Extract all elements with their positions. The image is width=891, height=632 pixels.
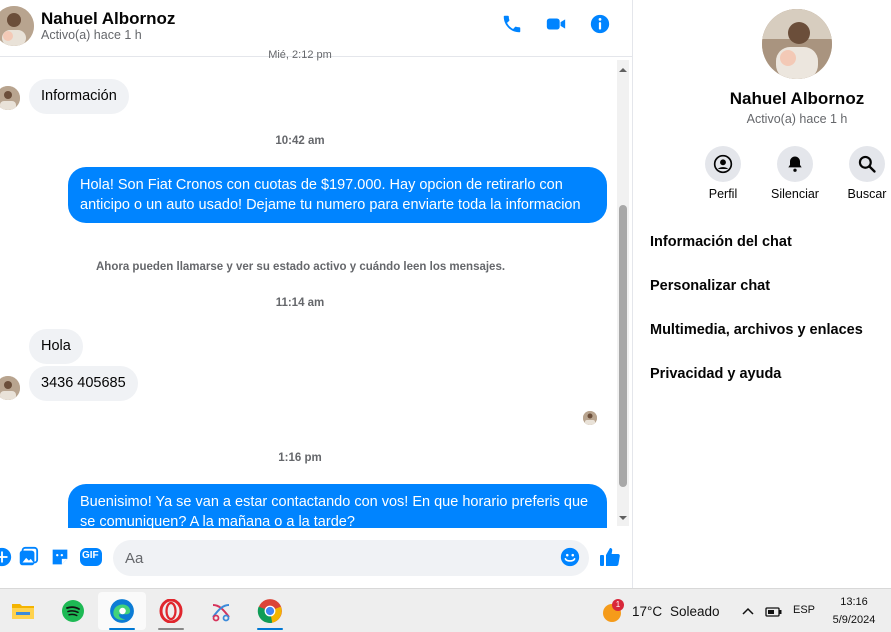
image-icon [19,546,39,566]
contact-avatar[interactable] [0,6,34,46]
message-received[interactable]: Información [29,79,129,114]
contact-avatar-small [0,86,20,110]
menu-privacy-help[interactable]: Privacidad y ayuda [650,366,781,382]
clock-date[interactable]: 5/9/2024 [826,614,882,626]
chat-panel: Nahuel Albornoz Activo(a) hace 1 h Mié, … [0,0,633,588]
gif-button[interactable]: GIF [79,545,103,569]
mute-action[interactable]: Silenciar [755,146,835,201]
message-timestamp: 11:14 am [275,297,325,309]
active-indicator [109,628,135,630]
phone-icon [503,15,521,33]
taskbar-file-explorer[interactable] [8,596,38,626]
weather-description[interactable]: Soleado [670,604,720,619]
profile-status: Activo(a) hace 1 h [746,112,848,126]
contact-avatar-small [0,376,20,400]
scroll-up-arrow[interactable] [618,62,628,72]
more-actions-button[interactable] [0,545,14,569]
audio-call-button[interactable] [498,10,526,38]
open-indicator [257,628,283,630]
taskbar-snipping-tool[interactable] [206,596,236,626]
profile-action[interactable]: Perfil [683,146,763,201]
profile-avatar-large[interactable] [762,9,832,79]
mute-label: Silenciar [771,187,819,201]
spotify-icon [62,600,84,622]
emoji-icon [560,547,580,567]
clock-time[interactable]: 13:16 [826,596,882,608]
scroll-down-arrow[interactable] [618,510,628,520]
message-received[interactable]: 3436 405685 [29,366,138,401]
show-hidden-icons[interactable] [741,604,755,618]
video-camera-icon [546,18,566,30]
contact-name[interactable]: Nahuel Albornoz [41,9,175,29]
message-input[interactable] [113,540,589,576]
plus-circle-icon [0,547,12,567]
video-call-button[interactable] [542,10,570,38]
edge-icon [110,599,134,623]
read-receipt-avatar [583,411,597,425]
sticker-icon [52,549,68,565]
message-sent[interactable]: Hola! Son Fiat Cronos con cuotas de $197… [68,167,607,223]
thumbs-up-icon [600,548,620,566]
attach-image-button[interactable] [16,545,40,569]
scrollbar-thumb[interactable] [619,205,627,487]
profile-label: Perfil [708,187,738,201]
menu-media-files-links[interactable]: Multimedia, archivos y enlaces [650,322,863,338]
search-action[interactable]: Buscar [827,146,891,201]
battery-network-indicator[interactable] [765,604,783,618]
input-language[interactable]: ESP [793,604,815,616]
menu-customize-chat[interactable]: Personalizar chat [650,278,770,294]
profile-name: Nahuel Albornoz [729,89,865,108]
weather-widget[interactable]: 1 [601,599,624,623]
message-timestamp: 10:42 am [275,135,325,147]
open-indicator [158,628,184,630]
previous-timestamp: Mié, 2:12 pm [268,49,332,61]
contact-status: Activo(a) hace 1 h [41,28,142,42]
weather-temperature[interactable]: 17°C [632,604,662,619]
sticker-button[interactable] [48,545,72,569]
battery-icon [765,607,782,617]
message-timestamp: 1:16 pm [278,452,322,464]
taskbar-edge[interactable] [107,596,137,630]
menu-chat-info[interactable]: Información del chat [650,234,792,250]
profile-icon [713,154,733,174]
taskbar-chrome[interactable] [255,596,285,630]
like-button[interactable] [598,545,622,569]
weather-badge: 1 [612,599,624,611]
chrome-icon [257,599,282,623]
conversation-info-button[interactable] [586,10,614,38]
taskbar-spotify[interactable] [58,596,88,626]
taskbar-opera[interactable] [156,596,186,630]
emoji-button[interactable] [558,545,582,569]
message-received[interactable]: Hola [29,329,83,364]
opera-icon [159,599,183,623]
search-label: Buscar [847,187,887,201]
scissors-icon [212,604,230,622]
gif-label: GIF [82,550,99,561]
system-notice: Ahora pueden llamarse y ver su estado ac… [96,261,506,273]
chevron-up-icon [742,607,754,615]
bell-icon [788,156,802,172]
search-icon [858,155,876,173]
folder-icon [12,604,34,619]
info-icon [590,14,610,34]
